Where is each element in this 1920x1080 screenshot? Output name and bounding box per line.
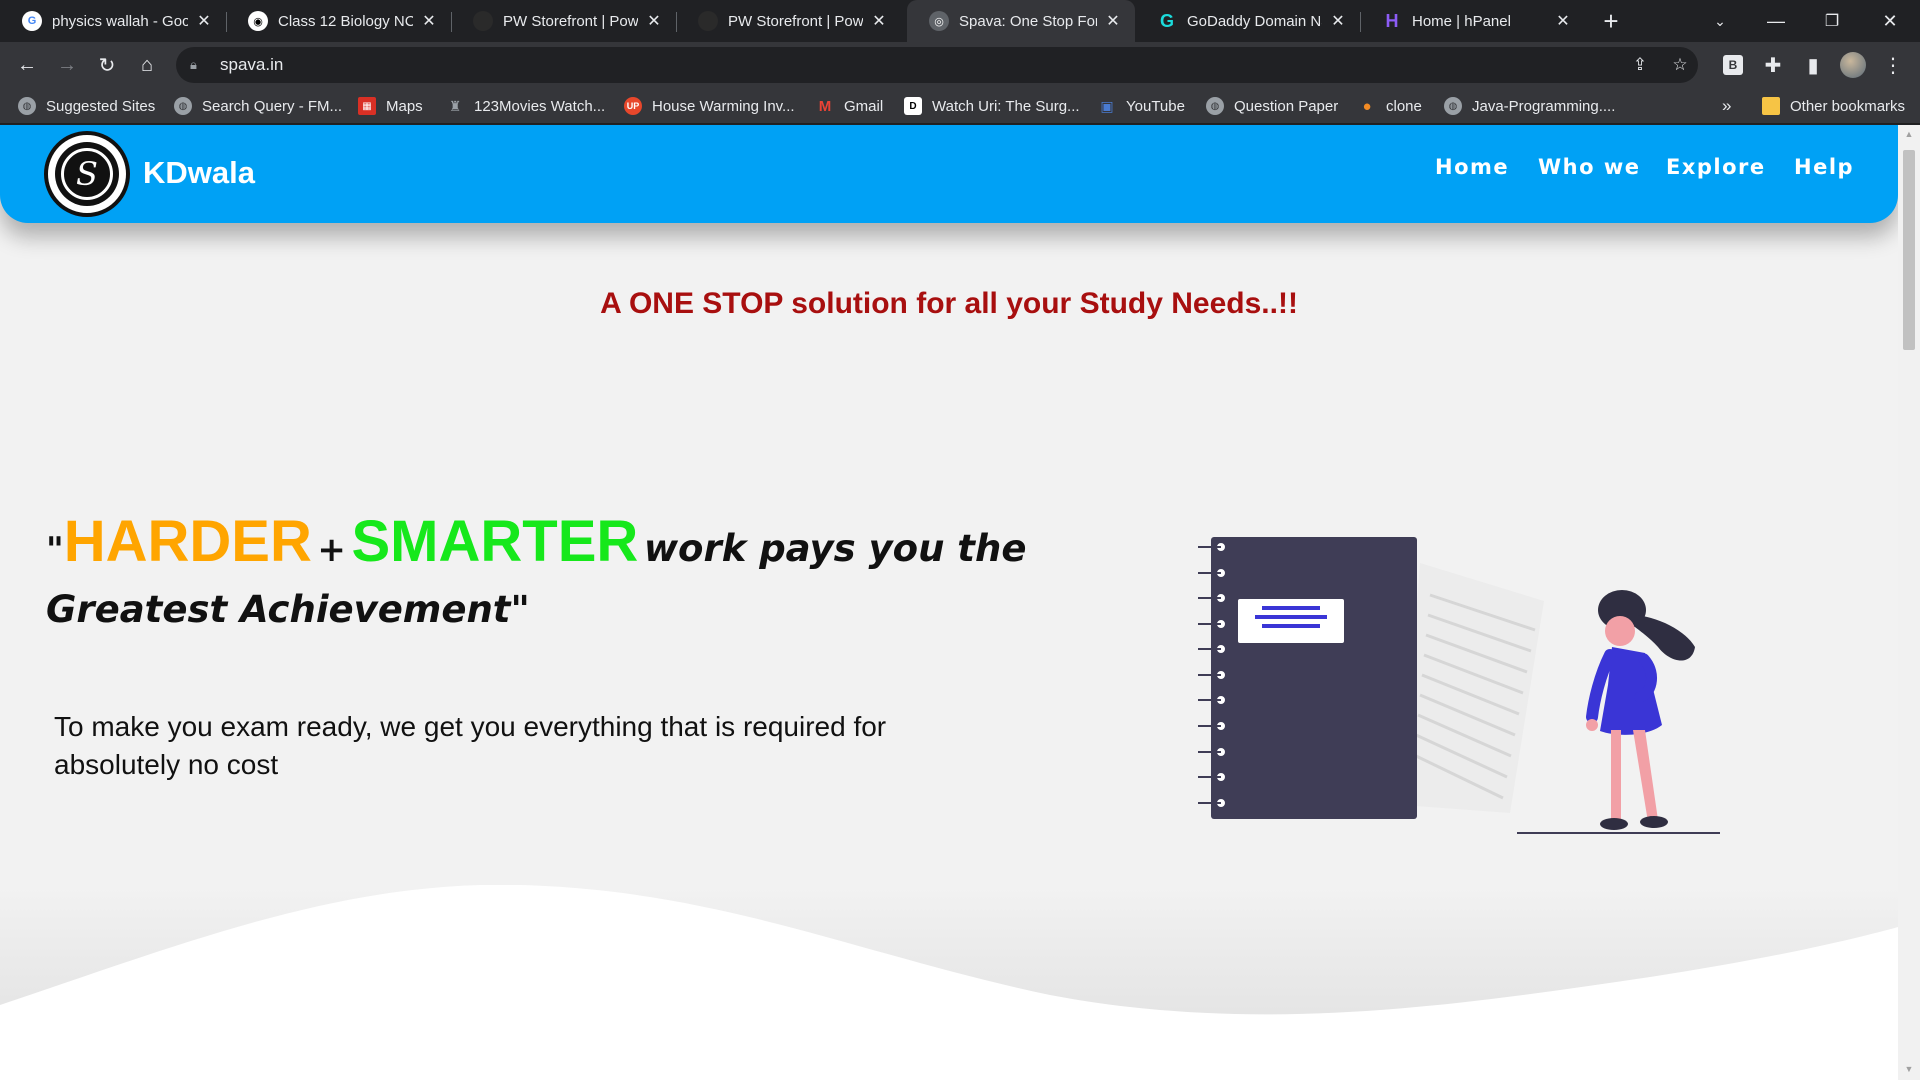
hero-description: To make you exam ready, we get you every… <box>54 711 887 780</box>
notebook <box>1198 537 1417 819</box>
bookmark-search-query[interactable]: ◍ Search Query - FM... <box>174 95 342 117</box>
share-icon[interactable]: ⇪ <box>1628 53 1652 77</box>
chrome-icon: ◎ <box>929 11 949 31</box>
globe-icon: ◍ <box>18 97 36 115</box>
close-icon[interactable]: ✕ <box>1103 11 1123 31</box>
maps-icon: ▦ <box>358 97 376 115</box>
lock-icon: 🔒︎ <box>190 57 197 72</box>
address-bar[interactable]: 🔒︎ spava.in ⇪ ☆ <box>176 47 1698 83</box>
woman-figure <box>1517 590 1720 834</box>
d-icon: D <box>904 97 922 115</box>
logo-s-icon: S <box>61 148 113 200</box>
close-icon[interactable]: ✕ <box>1553 11 1573 31</box>
bookmark-gmail[interactable]: M Gmail <box>816 95 883 117</box>
page-viewport: S KDwala Home Who we Explore Help A ONE … <box>0 125 1898 1080</box>
bookmark-java-programming[interactable]: ◍ Java-Programming.... <box>1444 95 1615 117</box>
bookmarks-bar: ◍ Suggested Sites ◍ Search Query - FM...… <box>0 88 1920 124</box>
home-icon[interactable]: ⌂ <box>132 50 162 80</box>
scroll-down-icon[interactable]: ▼ <box>1903 1064 1915 1076</box>
nav-help[interactable]: Help <box>1794 155 1854 179</box>
pw-icon <box>473 11 493 31</box>
paper-stack <box>1402 563 1544 813</box>
menu-kebab-icon[interactable]: ⋮ <box>1878 50 1908 80</box>
hero-tagline: A ONE STOP solution for all your Study N… <box>600 287 1298 320</box>
profile-avatar[interactable] <box>1838 50 1868 80</box>
close-icon[interactable]: ✕ <box>1328 11 1348 31</box>
site-logo[interactable]: S <box>44 131 130 217</box>
tab-search-icon[interactable]: ⌄ <box>1692 0 1748 42</box>
tab-physics-wallah[interactable]: G physics wallah - Goog ✕ <box>0 0 227 42</box>
close-icon[interactable]: ✕ <box>419 11 439 31</box>
close-icon[interactable]: ✕ <box>194 11 214 31</box>
side-panel-icon[interactable]: ▮ <box>1798 50 1828 80</box>
youtube-icon: ▣ <box>1100 97 1114 114</box>
pw-icon <box>698 11 718 31</box>
globe-icon: ◍ <box>1206 97 1224 115</box>
hero-illustration <box>1198 537 1720 834</box>
bookmark-question-paper[interactable]: ◍ Question Paper <box>1206 95 1338 117</box>
minimize-icon[interactable]: — <box>1748 0 1804 42</box>
folder-icon <box>1762 97 1780 115</box>
extensions-puzzle-icon[interactable]: ✚ <box>1758 50 1788 80</box>
url-text[interactable]: spava.in <box>220 55 283 75</box>
globe-icon: ◍ <box>174 97 192 115</box>
bookmark-maps[interactable]: ▦ Maps <box>358 95 423 117</box>
browser-toolbar: ← → ↻ ⌂ 🔒︎ spava.in ⇪ ☆ B ✚ ▮ ⋮ <box>0 42 1920 88</box>
tab-class-12-biology[interactable]: ◉ Class 12 Biology NCE ✕ <box>226 0 452 42</box>
tab-strip: G physics wallah - Goog ✕ ◉ Class 12 Bio… <box>0 0 1920 42</box>
bookmarks-overflow-button[interactable]: » <box>1722 95 1731 117</box>
tab-pw-storefront-1[interactable]: PW Storefront | Power ✕ <box>451 0 677 42</box>
tab-godaddy[interactable]: G GoDaddy Domain Na ✕ <box>1135 0 1361 42</box>
restore-icon[interactable]: ❐ <box>1804 0 1860 42</box>
quote-harder: HARDER <box>63 509 312 574</box>
bookmark-clone[interactable]: ● clone <box>1358 95 1421 117</box>
other-bookmarks[interactable]: Other bookmarks <box>1762 95 1905 117</box>
brand-name[interactable]: KDwala <box>143 155 255 191</box>
nav-explore[interactable]: Explore <box>1666 155 1766 179</box>
bookmark-suggested-sites[interactable]: ◍ Suggested Sites <box>18 95 155 117</box>
bookmark-house-warming[interactable]: UP House Warming Inv... <box>624 95 795 117</box>
pin-icon: ● <box>1362 97 1372 115</box>
close-icon[interactable]: ✕ <box>869 11 889 31</box>
hostinger-icon: H <box>1385 10 1399 31</box>
google-icon: G <box>22 11 42 31</box>
reload-icon[interactable]: ↻ <box>92 50 122 80</box>
tab-pw-storefront-2[interactable]: PW Storefront | Power ✕ <box>676 0 901 42</box>
bookmark-star-icon[interactable]: ☆ <box>1668 53 1692 77</box>
forward-icon[interactable]: → <box>52 50 82 80</box>
nav-who-we[interactable]: Who we <box>1538 155 1641 179</box>
bookmark-watch-uri[interactable]: D Watch Uri: The Surg... <box>904 95 1080 117</box>
quote-smarter: SMARTER <box>351 509 639 574</box>
close-icon[interactable]: ✕ <box>644 11 664 31</box>
tab-spava-active[interactable]: ◎ Spava: One Stop For A ✕ <box>907 0 1135 42</box>
new-tab-button[interactable]: + <box>1596 6 1626 36</box>
site-icon: ◉ <box>248 11 268 31</box>
bookmark-123movies[interactable]: ♜ 123Movies Watch... <box>446 95 605 117</box>
quote-line-2: Greatest Achievement" <box>46 588 530 631</box>
scroll-up-icon[interactable]: ▲ <box>1903 129 1915 141</box>
page-scrollbar[interactable]: ▲ ▼ <box>1898 125 1920 1080</box>
nav-home[interactable]: Home <box>1435 155 1509 179</box>
bookmark-youtube[interactable]: ▣ YouTube <box>1098 95 1185 117</box>
tab-hpanel[interactable]: H Home | hPanel ✕ <box>1360 0 1585 42</box>
scrollbar-thumb[interactable] <box>1903 150 1915 350</box>
globe-icon: ◍ <box>1444 97 1462 115</box>
godaddy-icon: G <box>1159 10 1174 31</box>
gmail-icon: M <box>818 97 832 115</box>
tower-icon: ♜ <box>448 97 462 114</box>
up-icon: UP <box>624 97 642 115</box>
bottom-wave <box>0 885 1898 1080</box>
extension-b-icon[interactable]: B <box>1718 50 1748 80</box>
back-icon[interactable]: ← <box>12 50 42 80</box>
hero-quote: "HARDER + SMARTER work pays you the Grea… <box>46 508 1146 631</box>
site-header: S KDwala Home Who we Explore Help <box>0 125 1898 223</box>
window-close-icon[interactable]: ✕ <box>1862 0 1918 42</box>
